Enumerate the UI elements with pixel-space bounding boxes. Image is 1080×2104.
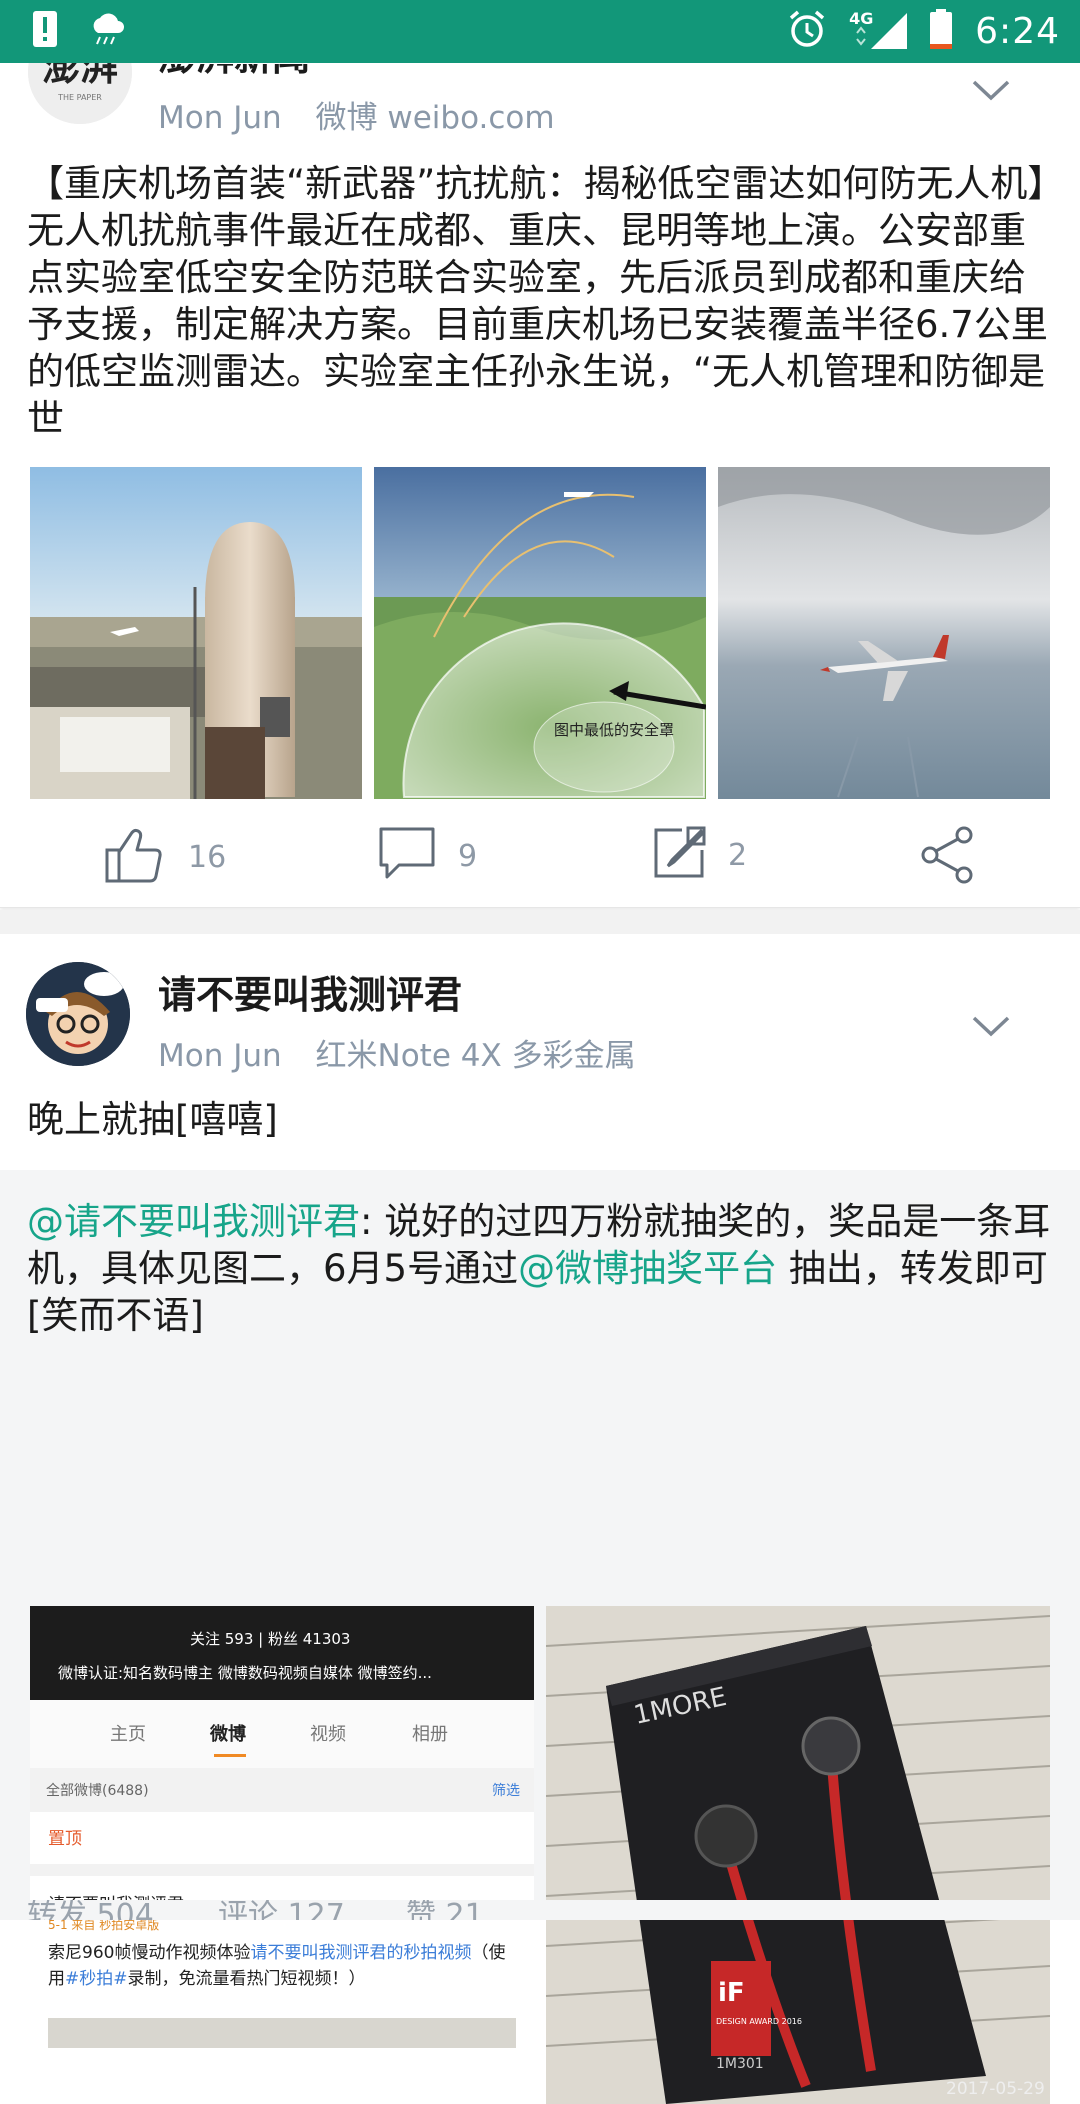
reposted-like-count[interactable]: 赞 21	[406, 1900, 484, 1920]
status-bar: 4G 6:24	[0, 0, 1080, 63]
shot-follow-stats: 关注 593 | 粉丝 41303	[190, 1630, 351, 1648]
clock-time: 6:24	[975, 10, 1060, 52]
like-button[interactable]: 16	[104, 826, 226, 888]
shot-body: 索尼960帧慢动作视频体验请不要叫我测评君的秒拍视频（使用#秒拍#录制，免流量看…	[48, 1943, 506, 1989]
mention-link[interactable]: @微博抽奖平台	[518, 1247, 777, 1290]
reposted-image-profile-screenshot[interactable]: 关注 593 | 粉丝 41303 微博认证:知名数码博主 微博数码视频自媒体 …	[30, 1606, 534, 2048]
share-button[interactable]	[920, 826, 974, 888]
post-date: Mon Jun	[158, 1038, 282, 1074]
author-name[interactable]: 请不要叫我测评君	[158, 964, 462, 1019]
shot-tab: 主页	[110, 1724, 146, 1745]
post-source[interactable]: 微博 weibo.com	[316, 100, 555, 136]
repost-button[interactable]: 2	[652, 826, 747, 884]
post-source[interactable]: 红米Note 4X 多彩金属	[316, 1038, 636, 1074]
post-card: 请不要叫我测评君 Mon Jun 红米Note 4X 多彩金属 晚上就抽[嘻嘻]…	[0, 934, 1080, 2104]
shot-tab: 相册	[412, 1724, 448, 1745]
post-text: 【重庆机场首装“新武器”抗扰航：揭秘低空雷达如何防无人机】无人机扰航事件最近在成…	[27, 162, 1048, 440]
shot-all-posts: 全部微博(6488)	[46, 1783, 149, 1799]
reposted-text: @请不要叫我测评君: 说好的过四万粉就抽奖的，奖品是一条耳机，具体见图二，6月5…	[27, 1198, 1057, 1339]
comment-button[interactable]: 9	[378, 826, 477, 886]
post-image-radar-tower[interactable]	[30, 467, 362, 799]
post-date: Mon Jun	[158, 100, 282, 136]
repost-icon	[652, 826, 706, 884]
shot-pinned: 置顶	[48, 1829, 82, 1849]
mention-link[interactable]: @请不要叫我测评君	[27, 1200, 360, 1243]
post-card: 澎湃 THE PAPER 澎湃新闻 Mon Jun 微博 weibo.com 【…	[0, 0, 1080, 908]
svg-text:2017-05-29: 2017-05-29	[946, 2079, 1045, 2099]
reposted-image-earphones-box[interactable]: 1MORE iF DESIGN AWARD 2016 1M301 2017-05…	[546, 1606, 1050, 2104]
reposted-post-stats: 转发 504 评论 127 赞 21	[0, 1900, 1080, 1920]
avatar[interactable]	[26, 962, 130, 1066]
shot-verify: 微博认证:知名数码博主 微博数码视频自媒体 微博签约...	[58, 1664, 432, 1682]
signal-icon: 4G	[849, 9, 908, 53]
shot-tab: 视频	[310, 1724, 346, 1745]
svg-text:THE PAPER: THE PAPER	[57, 93, 102, 102]
shot-tab: 微博	[210, 1724, 246, 1745]
chevron-down-icon[interactable]	[971, 1014, 1011, 1038]
warning-icon	[32, 10, 58, 52]
alarm-icon	[787, 9, 827, 53]
post-image-airplane[interactable]	[718, 467, 1050, 799]
weather-rain-icon	[88, 11, 128, 51]
post-meta: Mon Jun 红米Note 4X 多彩金属	[158, 1030, 636, 1075]
feed-divider	[0, 910, 1080, 934]
battery-icon	[929, 8, 953, 54]
post-actions: 16 9 2	[0, 812, 1080, 904]
post-meta: Mon Jun 微博 weibo.com	[158, 92, 555, 137]
comment-icon	[378, 826, 436, 886]
post-image-radar-dome-diagram[interactable]: 图中最低的安全罩	[374, 467, 706, 799]
svg-text:DESIGN AWARD 2016: DESIGN AWARD 2016	[716, 2017, 802, 2026]
reposted-forward-count[interactable]: 转发 504	[27, 1900, 154, 1920]
post-text: 晚上就抽[嘻嘻]	[27, 1098, 278, 1141]
shot-filter: 筛选	[492, 1783, 520, 1799]
reposted-comment-count[interactable]: 评论 127	[218, 1900, 345, 1920]
repost-count: 2	[728, 837, 748, 873]
reposted-post[interactable]: @请不要叫我测评君: 说好的过四万粉就抽奖的，奖品是一条耳机，具体见图二，6月5…	[0, 1170, 1080, 2104]
share-icon	[920, 826, 974, 888]
svg-text:iF: iF	[718, 1978, 745, 2008]
comment-count: 9	[458, 838, 478, 874]
svg-text:1M301: 1M301	[716, 2056, 764, 2072]
svg-text:图中最低的安全罩: 图中最低的安全罩	[554, 721, 674, 739]
thumbs-up-icon	[104, 826, 166, 888]
like-count: 16	[188, 839, 227, 875]
chevron-down-icon[interactable]	[971, 78, 1011, 102]
